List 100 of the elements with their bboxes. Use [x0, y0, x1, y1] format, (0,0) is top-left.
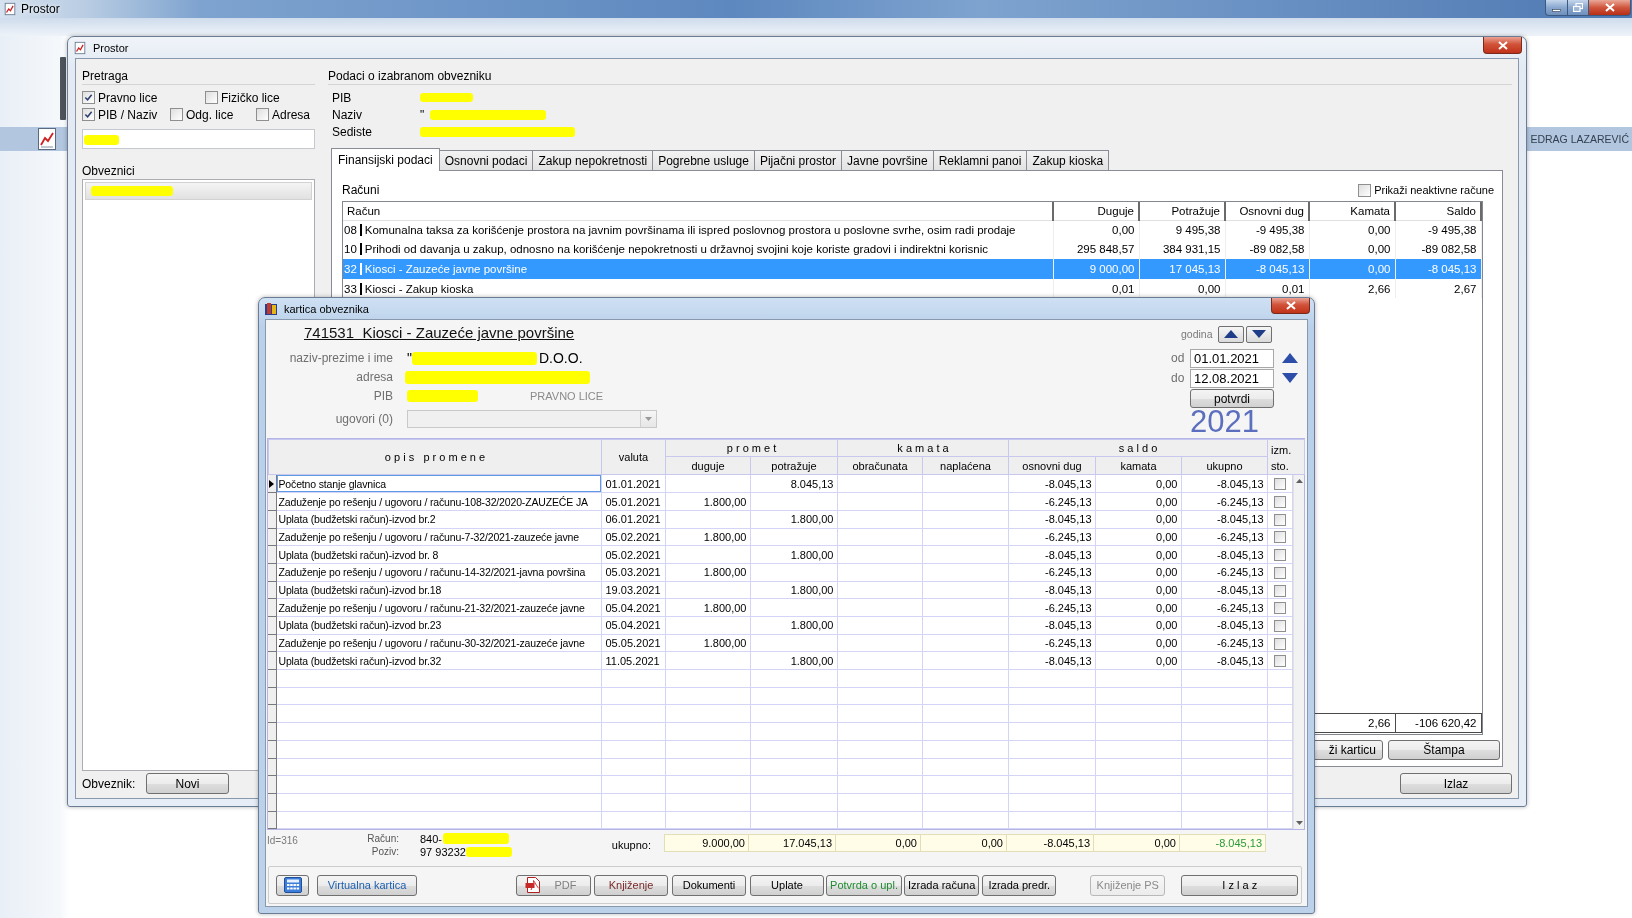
tab[interactable]: Zakup nepokretnosti — [532, 150, 654, 170]
checkbox[interactable] — [256, 108, 269, 121]
account-name: Komunalna taksa za korišćenje prostora na javnim površinama ili ispred poslovnog prostora u poslovne svrhe, osim radi prodaje — [364, 224, 1016, 237]
table-cell[interactable]: Zaduženje po rešenju / ugovoru / računu-7-32/2021-zauzeće javne — [276, 528, 601, 546]
calculator-button[interactable] — [276, 874, 309, 896]
column-header[interactable]: Saldo — [1395, 202, 1481, 220]
table-cell: -6.245,13 — [1181, 634, 1267, 652]
app-title: Prostor — [21, 2, 60, 16]
tab[interactable]: Zakup kioska — [1026, 150, 1110, 170]
checkbox[interactable] — [205, 91, 218, 104]
checkbox[interactable] — [170, 108, 183, 121]
restore-button[interactable] — [1568, 0, 1589, 16]
column-group-header: p r o m e t — [665, 439, 838, 457]
tab[interactable]: Reklamni panoi — [932, 150, 1028, 170]
checkbox-label[interactable]: Adresa — [272, 107, 311, 122]
column-header[interactable]: izm. sto. — [1267, 439, 1305, 475]
scroll-up-icon[interactable] — [1296, 479, 1303, 483]
checkbox-label[interactable]: Odg. lice — [186, 107, 234, 122]
column-group-header: s a l d o — [1008, 439, 1268, 457]
close-button[interactable] — [1483, 37, 1522, 54]
scrollbar-thumb[interactable] — [60, 57, 66, 120]
table-cell[interactable]: Uplata (budžetski račun)-izvod br.18 — [276, 581, 601, 599]
close-button[interactable] — [1589, 0, 1631, 16]
scroll-down-icon[interactable] — [1296, 821, 1303, 825]
table-cell[interactable]: Uplata (budžetski račun)-izvod br.23 — [276, 616, 601, 635]
field-label: ugovori (0) — [334, 411, 393, 426]
table-cell[interactable]: Zaduženje po rešenju / ugovoru / računu-30-32/2021-zauzeće javne — [276, 634, 601, 652]
checkbox[interactable] — [1273, 549, 1286, 562]
chart-document-icon[interactable] — [36, 127, 58, 151]
close-button[interactable] — [1271, 298, 1310, 314]
column-header[interactable]: Račun — [343, 202, 1053, 220]
year-up-button[interactable] — [1218, 325, 1244, 343]
column-header[interactable]: o p i s p r o m e n e — [268, 439, 602, 475]
table-cell: -6.245,13 — [1008, 492, 1095, 511]
checkbox[interactable] — [82, 108, 95, 121]
documents-button[interactable]: Dokumenti — [672, 874, 746, 896]
column-header[interactable]: Osnovni dug — [1225, 202, 1309, 220]
virtual-card-button[interactable]: Virtualna kartica — [317, 874, 417, 896]
table-cell: -6.245,13 — [1181, 492, 1267, 511]
table-cell: 0,00 — [1095, 598, 1181, 617]
payment-confirmation-button[interactable]: Potvrda o upl. — [826, 874, 902, 896]
down-arrow-icon[interactable] — [1282, 373, 1298, 383]
down-arrow-icon — [1252, 330, 1266, 338]
checkbox-label[interactable]: PIB / Naziv — [98, 107, 158, 122]
new-button[interactable]: Novi — [146, 773, 229, 794]
date-field[interactable]: 12.08.2021 — [1190, 368, 1274, 388]
field-label: od — [1171, 351, 1186, 365]
checkbox[interactable] — [1273, 655, 1286, 668]
checkbox[interactable] — [1273, 531, 1286, 544]
date-field[interactable]: 01.01.2021 — [1190, 348, 1274, 368]
column-header[interactable]: valuta — [601, 439, 666, 475]
table-cell[interactable]: Zaduženje po rešenju / ugovoru / računu-14-32/2021-javna površina — [276, 563, 601, 582]
checkbox[interactable] — [1273, 584, 1286, 597]
row-header[interactable] — [268, 475, 276, 493]
column-header[interactable]: Kamata — [1309, 202, 1395, 220]
checkbox[interactable] — [1358, 183, 1372, 197]
table-cell[interactable]: Zaduženje po rešenju / ugovoru / računu-21-32/2021-zauzeće javne — [276, 598, 601, 617]
column-header[interactable]: Potražuje — [1139, 202, 1225, 220]
table-cell[interactable]: Zaduženje po rešenju / ugovoru / računu-108-32/2020-ZAUZEĆE JA — [276, 492, 601, 511]
exit-button[interactable]: I z l a z — [1181, 874, 1299, 896]
checkbox[interactable] — [1273, 513, 1286, 526]
checkbox-label[interactable]: Pravno lice — [98, 90, 158, 105]
table-cell[interactable]: Uplata (budžetski račun)-izvod br. 8 — [276, 545, 601, 564]
table-cell[interactable]: Početno stanje glavnica — [276, 475, 601, 493]
invoice-button[interactable]: Izrada računa — [904, 874, 980, 896]
tab[interactable]: Finansijski podaci — [331, 148, 440, 171]
tab[interactable]: Osnovni podaci — [438, 150, 534, 170]
checkbox[interactable] — [1273, 637, 1286, 650]
table-cell: 05.05.2021 — [601, 634, 665, 652]
field-value: D.O.O. — [539, 350, 583, 367]
up-arrow-icon[interactable] — [1282, 353, 1298, 363]
confirm-button[interactable]: potvrdi — [1190, 389, 1274, 408]
table-cell[interactable]: Uplata (budžetski račun)-izvod br.2 — [276, 510, 601, 529]
print-button[interactable]: Štampa — [1388, 740, 1500, 760]
table-cell: 1.800,00 — [665, 492, 750, 511]
search-field[interactable] — [82, 129, 315, 149]
current-row-icon — [269, 479, 274, 488]
estimate-button[interactable]: Izrada predr. — [982, 874, 1057, 896]
checkbox[interactable] — [1273, 619, 1286, 632]
total-cell: 0,00 — [921, 834, 1007, 852]
posting-button[interactable]: Knjiženje — [594, 874, 668, 896]
checkbox[interactable] — [1273, 478, 1286, 491]
tab[interactable]: Pogrebne usluge — [652, 150, 755, 170]
table-row[interactable]: 08 Komunalna taksa za korišćenje prostora na javnim površinama ili ispred poslovnog prostora u poslovne svrhe, osim radi prodaje 0,00 9 495,38 -9 495,38 0,00 -9 495,38 — [343, 220, 1481, 240]
exit-button[interactable]: Izlaz — [1400, 773, 1512, 794]
tab[interactable]: Pijačni prostor — [753, 150, 842, 170]
payments-button[interactable]: Uplate — [750, 874, 824, 896]
minimize-button[interactable] — [1545, 0, 1568, 16]
checkbox-label[interactable]: Prikaži neaktivne račune — [1374, 184, 1494, 196]
checkbox[interactable] — [1273, 602, 1286, 615]
restore-icon — [1573, 3, 1583, 12]
checkbox[interactable] — [1273, 496, 1286, 509]
year-down-button[interactable] — [1246, 325, 1272, 343]
checkbox[interactable] — [1273, 566, 1286, 579]
table-cell[interactable]: Uplata (budžetski račun)-izvod br.32 — [276, 651, 601, 670]
checkbox[interactable] — [82, 91, 95, 104]
column-header[interactable]: Duguje — [1053, 202, 1139, 220]
checkbox-label[interactable]: Fizičko lice — [221, 90, 280, 105]
tab[interactable]: Javne površine — [840, 150, 934, 170]
table-cell: -8.045,13 — [1181, 510, 1267, 529]
